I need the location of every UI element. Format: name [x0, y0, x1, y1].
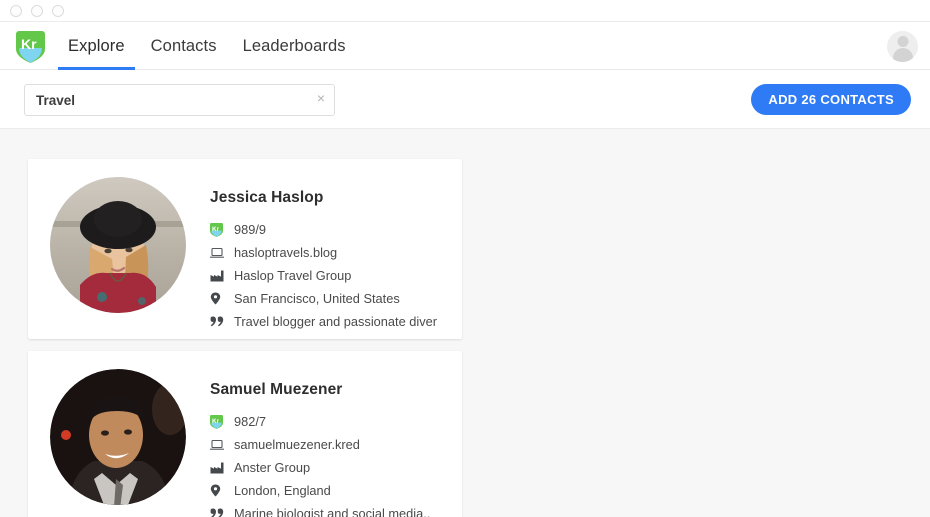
- contact-score: 989/9: [234, 222, 267, 237]
- laptop-icon: [210, 247, 228, 259]
- contact-score: 982/7: [234, 414, 267, 429]
- contact-company-row: Haslop Travel Group: [210, 264, 462, 287]
- tab-explore[interactable]: Explore: [55, 22, 138, 70]
- contact-location: London, England: [234, 483, 331, 498]
- contact-location-row: San Francisco, United States: [210, 287, 462, 310]
- contact-company: Haslop Travel Group: [234, 268, 352, 283]
- contact-bio: Travel blogger and passionate diver: [234, 314, 437, 329]
- contact-company: Anster Group: [234, 460, 311, 475]
- tab-leaderboards[interactable]: Leaderboards: [230, 22, 359, 70]
- contact-card[interactable]: Jessica Haslop Kr 989/9 hasloptravels.bl…: [28, 159, 462, 339]
- contact-bio-row: Travel blogger and passionate diver: [210, 310, 462, 333]
- maximize-window-button[interactable]: [52, 5, 64, 17]
- svg-text:Kr: Kr: [212, 418, 220, 425]
- kred-badge-icon: Kr: [210, 222, 228, 237]
- contact-score-row: Kr 989/9: [210, 218, 462, 241]
- contact-name: Jessica Haslop: [210, 189, 324, 206]
- contact-avatar: [50, 177, 186, 313]
- contact-details: Jessica Haslop Kr 989/9 hasloptravels.bl…: [186, 177, 462, 339]
- avatar-body-shape: [892, 48, 913, 62]
- minimize-window-button[interactable]: [31, 5, 43, 17]
- svg-text:Kr: Kr: [21, 36, 37, 52]
- window-titlebar: [0, 0, 930, 22]
- contact-location-row: London, England: [210, 479, 462, 502]
- kred-shield-logo-icon[interactable]: Kr: [16, 31, 45, 63]
- clear-search-icon[interactable]: ×: [317, 91, 325, 105]
- contact-website-row: hasloptravels.blog: [210, 241, 462, 264]
- tab-contacts[interactable]: Contacts: [138, 22, 230, 70]
- contact-avatar: [50, 369, 186, 505]
- nav-tab-list: Explore Contacts Leaderboards: [55, 22, 359, 70]
- avatar-head-shape: [897, 36, 908, 47]
- contact-website[interactable]: hasloptravels.blog: [234, 245, 337, 260]
- quote-icon: [210, 316, 228, 327]
- svg-text:Kr: Kr: [212, 226, 220, 233]
- contact-score-row: Kr 982/7: [210, 410, 462, 433]
- search-toolbar: × ADD 26 CONTACTS: [0, 70, 930, 129]
- quote-icon: [210, 508, 228, 517]
- app-window: Kr Explore Contacts Leaderboards × ADD 2…: [0, 0, 930, 517]
- tab-explore-label: Explore: [68, 36, 125, 55]
- factory-icon: [210, 270, 228, 282]
- add-contacts-button[interactable]: ADD 26 CONTACTS: [751, 84, 911, 115]
- contact-website[interactable]: samuelmuezener.kred: [234, 437, 360, 452]
- contact-name: Samuel Muezener: [210, 381, 343, 398]
- laptop-icon: [210, 439, 228, 451]
- location-pin-icon: [210, 484, 228, 497]
- tab-contacts-label: Contacts: [150, 36, 217, 55]
- user-profile-avatar[interactable]: [887, 31, 918, 62]
- top-navigation-bar: Kr Explore Contacts Leaderboards: [0, 22, 930, 70]
- tab-leaderboards-label: Leaderboards: [242, 36, 346, 55]
- kred-badge-icon: Kr: [210, 414, 228, 429]
- search-input[interactable]: [25, 85, 300, 115]
- search-box[interactable]: ×: [24, 84, 335, 116]
- close-window-button[interactable]: [10, 5, 22, 17]
- factory-icon: [210, 462, 228, 474]
- contact-company-row: Anster Group: [210, 456, 462, 479]
- window-controls: [10, 5, 64, 17]
- contact-card-grid: Jessica Haslop Kr 989/9 hasloptravels.bl…: [0, 130, 930, 517]
- contact-details: Samuel Muezener Kr 982/7 samuelmuezener.…: [186, 369, 462, 517]
- contact-card[interactable]: Samuel Muezener Kr 982/7 samuelmuezener.…: [28, 351, 462, 517]
- contact-location: San Francisco, United States: [234, 291, 400, 306]
- contact-website-row: samuelmuezener.kred: [210, 433, 462, 456]
- contact-bio-row: Marine biologist and social media..: [210, 502, 462, 517]
- contact-bio: Marine biologist and social media..: [234, 506, 431, 517]
- location-pin-icon: [210, 292, 228, 305]
